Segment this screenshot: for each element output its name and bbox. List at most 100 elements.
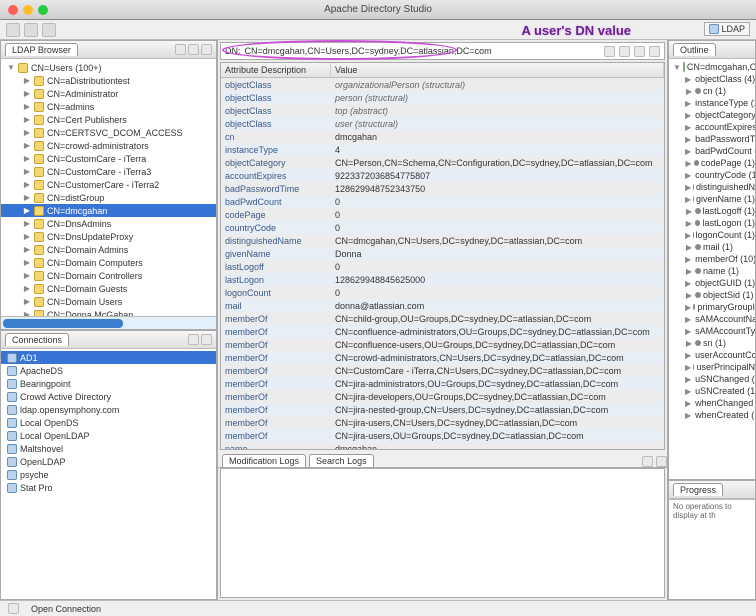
outline-item[interactable]: ▶userPrincipalN [669,361,755,373]
attr-row[interactable]: memberOfCN=confluence-users,OU=Groups,DC… [221,338,664,351]
tree-item[interactable]: ▶CN=CERTSVC_DCOM_ACCESS [1,126,216,139]
connections-tree[interactable]: AD1ApacheDSBearingpointCrowd Active Dire… [1,349,216,599]
tree-item[interactable]: ▶CN=distGroup [1,191,216,204]
outline-item[interactable]: ▶sn (1) [669,337,755,349]
outline-item[interactable]: ▶sAMAccountTy [669,325,755,337]
attr-row[interactable]: memberOfCN=CustomCare - iTerra,CN=Users,… [221,364,664,377]
expand-icon[interactable]: ▶ [685,399,691,408]
attr-row[interactable]: countryCode0 [221,221,664,234]
log-area[interactable] [220,468,665,598]
collapse-icon[interactable] [175,44,186,55]
expand-icon[interactable]: ▶ [23,245,31,254]
connection-item[interactable]: ldap.opensymphony.com [1,403,216,416]
expand-icon[interactable]: ▶ [685,243,693,252]
attr-row[interactable]: cndmcgahan [221,130,664,143]
attr-row[interactable]: objectClasstop (abstract) [221,104,664,117]
outline-item[interactable]: ▶objectGUID (1) [669,277,755,289]
scrollbar-thumb[interactable] [3,319,123,328]
conn-menu-icon[interactable] [201,334,212,345]
attr-row[interactable]: maildonna@atlassian.com [221,299,664,312]
expand-icon[interactable]: ▶ [23,284,31,293]
connection-item[interactable]: Local OpenDS [1,416,216,429]
expand-icon[interactable]: ▶ [23,271,31,280]
outline-item[interactable]: ▶codePage (1) [669,157,755,169]
expand-icon[interactable]: ▶ [23,102,31,111]
col-attr-header[interactable]: Attribute Description [221,63,331,77]
expand-icon[interactable]: ▶ [685,171,691,180]
outline-item[interactable]: ▶badPwdCount ( [669,145,755,157]
attr-row[interactable]: memberOfCN=jira-administrators,OU=Groups… [221,377,664,390]
expand-icon[interactable]: ▶ [685,375,691,384]
connection-item[interactable]: psyche [1,468,216,481]
outline-item[interactable]: ▶uSNChanged (1 [669,373,755,385]
tree-item[interactable]: ▶CN=Domain Controllers [1,269,216,282]
tree-item[interactable]: ▶CN=Cert Publishers [1,113,216,126]
tree-item[interactable]: ▶CN=Domain Guests [1,282,216,295]
attr-row[interactable]: memberOfCN=jira-users,OU=Groups,DC=sydne… [221,429,664,442]
outline-tab[interactable]: Outline [673,43,716,56]
tree-item[interactable]: ▶CN=Domain Users [1,295,216,308]
expand-icon[interactable]: ▶ [685,411,691,420]
outline-item[interactable]: ▶objectClass (4) [669,73,755,85]
outline-item[interactable]: ▶uSNCreated (1) [669,385,755,397]
expand-icon[interactable]: ▶ [23,193,31,202]
log-menu-icon[interactable] [656,456,667,467]
expand-icon[interactable]: ▶ [23,232,31,241]
tree-item[interactable]: ▶CN=CustomerCare - iTerra2 [1,178,216,191]
print-icon[interactable] [42,23,56,37]
tree-item[interactable]: ▶CN=admins [1,100,216,113]
attribute-table[interactable]: Attribute Description Value objectClasso… [220,62,665,450]
attr-row[interactable]: memberOfCN=jira-nested-group,CN=Users,DC… [221,403,664,416]
tree-item[interactable]: ▶CN=dmcgahan [1,204,216,217]
outline-item[interactable]: ▶name (1) [669,265,755,277]
h-scrollbar[interactable] [1,316,216,329]
outline-item[interactable]: ▶primaryGroupI [669,301,755,313]
save-icon[interactable] [24,23,38,37]
dn-input[interactable] [245,46,601,56]
expand-icon[interactable]: ▶ [685,387,691,396]
outline-tree[interactable]: ▼CN=dmcgahan,CN= ▶objectClass (4)▶cn (1)… [669,59,755,479]
expand-icon[interactable]: ▶ [685,231,691,240]
attr-row[interactable]: objectClassorganizationalPerson (structu… [221,78,664,91]
attr-row[interactable]: memberOfCN=child-group,OU=Groups,DC=sydn… [221,312,664,325]
outline-item[interactable]: ▶accountExpires [669,121,755,133]
attr-row[interactable]: codePage0 [221,208,664,221]
tree-item[interactable]: ▶CN=aDistributiontest [1,74,216,87]
expand-icon[interactable]: ▶ [685,255,691,264]
perspective-button[interactable]: LDAP [704,22,750,36]
ldap-tree[interactable]: ▼CN=Users (100+) ▶CN=aDistributiontest▶C… [1,59,216,316]
expand-icon[interactable]: ▶ [685,351,691,360]
attr-row[interactable]: memberOfCN=jira-users,CN=Users,DC=sydney… [221,416,664,429]
dn-expand-icon[interactable] [649,46,660,57]
expand-icon[interactable]: ▶ [23,219,31,228]
link-icon[interactable] [188,44,199,55]
outline-item[interactable]: ▶objectSid (1) [669,289,755,301]
ldap-browser-tab[interactable]: LDAP Browser [5,43,78,56]
expand-icon[interactable]: ▶ [23,128,31,137]
new-conn-icon[interactable] [188,334,199,345]
status-icon[interactable] [8,603,19,614]
expand-icon[interactable]: ▶ [23,167,31,176]
tree-item[interactable]: ▶CN=Domain Admins [1,243,216,256]
expand-icon[interactable]: ▶ [685,111,691,120]
connection-item[interactable]: AD1 [1,351,216,364]
tree-item[interactable]: ▶CN=crowd-administrators [1,139,216,152]
attr-row[interactable]: givenNameDonna [221,247,664,260]
expand-icon[interactable]: ▶ [685,279,691,288]
new-icon[interactable] [6,23,20,37]
expand-icon[interactable]: ▶ [685,207,693,216]
expand-icon[interactable]: ▶ [685,327,691,336]
attr-row[interactable]: namedmcgahan [221,442,664,450]
outline-item[interactable]: ▶distinguishedN [669,181,755,193]
connection-item[interactable]: Crowd Active Directory [1,390,216,403]
connections-tab[interactable]: Connections [5,333,69,346]
outline-item[interactable]: ▶objectCategory [669,109,755,121]
outline-item[interactable]: ▶mail (1) [669,241,755,253]
tree-item[interactable]: ▶CN=CustomCare - iTerra [1,152,216,165]
expand-icon[interactable]: ▶ [685,123,691,132]
expand-icon[interactable]: ▶ [23,206,31,215]
menu-icon[interactable] [201,44,212,55]
expand-icon[interactable]: ▶ [23,154,31,163]
attr-row[interactable]: lastLogon128629948845625000 [221,273,664,286]
log-clear-icon[interactable] [642,456,653,467]
